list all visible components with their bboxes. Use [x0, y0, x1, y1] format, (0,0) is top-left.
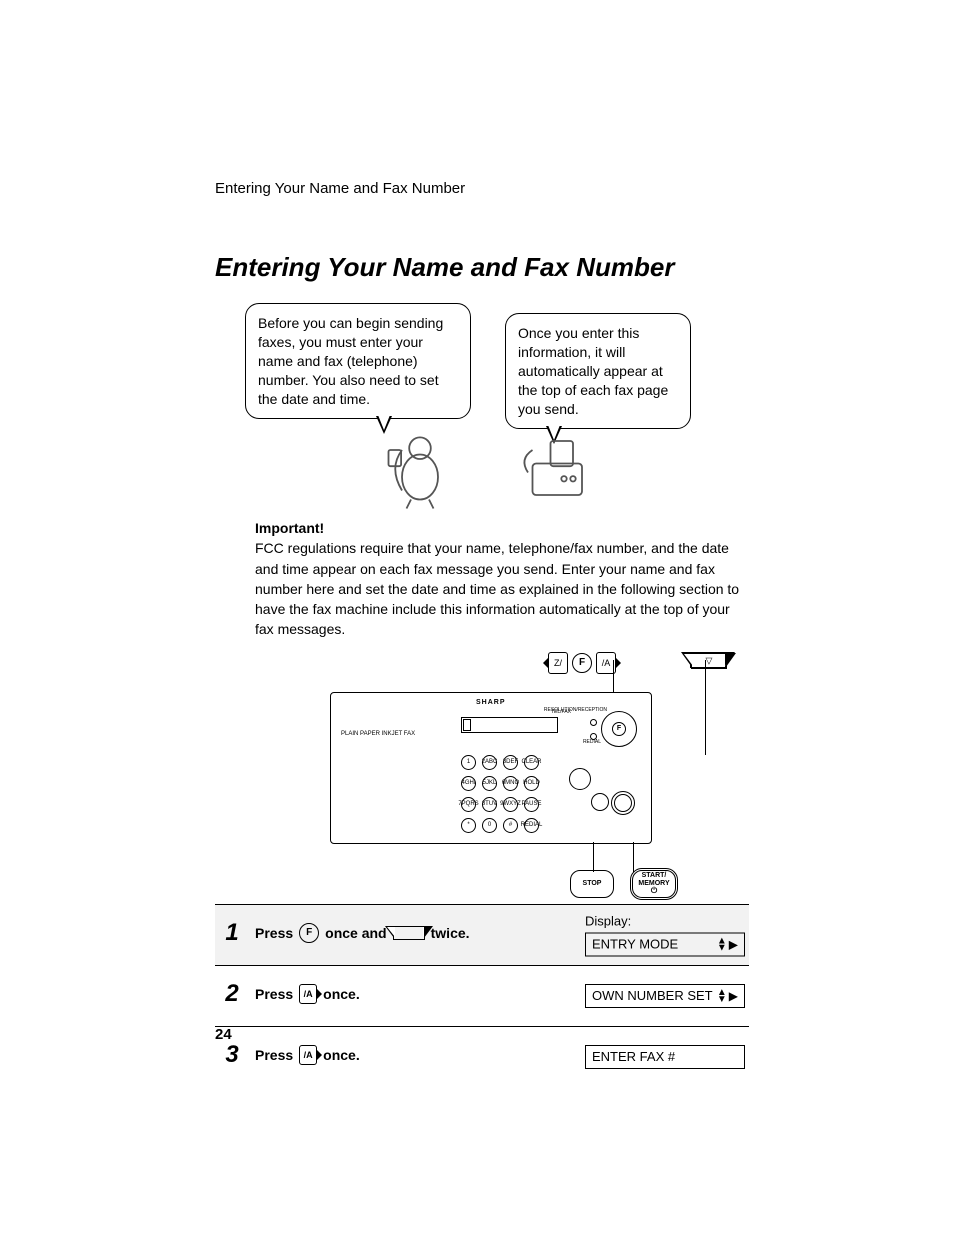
callout-line — [593, 842, 594, 872]
display-heading: Display: — [585, 913, 745, 928]
important-body: FCC regulations require that your name, … — [255, 538, 749, 639]
key: HOLD — [524, 776, 539, 791]
callout-line — [613, 660, 614, 695]
step-word: Press — [255, 986, 293, 1002]
start-label-1: START/ — [642, 872, 667, 879]
model-label: PLAIN PAPER INKJET FAX — [341, 731, 415, 737]
key: 7PQRS — [461, 797, 476, 812]
start-memory-button-callout: START/ MEMORY ⏻ — [632, 870, 676, 898]
indicator-dot-icon — [590, 719, 597, 726]
display-arrows-icon: ▲▼▶ — [717, 989, 738, 1003]
stop-button-icon — [591, 793, 609, 811]
callout-rocker-button: ▽ — [690, 652, 726, 668]
step-instruction: Press /A once. — [255, 984, 360, 1004]
step-word: twice. — [431, 925, 470, 941]
stop-button-callout: STOP — [570, 870, 614, 898]
right-arrow-button-icon: /A — [299, 1045, 317, 1065]
start-label-2: MEMORY — [638, 880, 669, 887]
nav-wheel-icon — [601, 711, 637, 747]
step-word: Press — [255, 1047, 293, 1063]
key: 9WXYZ — [503, 797, 518, 812]
key: 6MNO — [503, 776, 518, 791]
bubble-followup: Once you enter this information, it will… — [505, 313, 691, 429]
key: PAUSE — [524, 797, 539, 812]
stop-label: STOP — [583, 880, 602, 887]
callout-nav-buttons: Z/ F /A — [548, 652, 616, 674]
callout-line — [633, 842, 634, 872]
display-arrows-icon: ▲▼▶ — [717, 937, 738, 951]
left-arrow-button-icon: Z/ — [548, 652, 568, 674]
speech-bubbles-area: Before you can begin sending faxes, you … — [245, 303, 749, 518]
important-block: Important! FCC regulations require that … — [255, 518, 749, 640]
round-button-icon — [569, 768, 591, 790]
step-instruction: Press /A once. — [255, 1045, 360, 1065]
step-3: 3 Press /A once. ENTER FAX # — [215, 1027, 749, 1087]
display-column: ENTER FAX # — [585, 1045, 745, 1069]
display-text: ENTER FAX # — [592, 1049, 675, 1064]
brand-label: SHARP — [476, 699, 506, 706]
callout-line — [705, 660, 706, 755]
fax-control-panel: SHARP PLAIN PAPER INKJET FAX TEL/FAX RES… — [330, 692, 652, 844]
rocker-icon: ▽ — [691, 653, 727, 669]
arrow-label: /A — [304, 1050, 313, 1060]
key: 3DEF — [503, 755, 518, 770]
page-number: 24 — [215, 1026, 232, 1043]
step-word: Press — [255, 925, 293, 941]
display-box: ENTRY MODE ▲▼▶ — [585, 932, 745, 956]
steps-list: 1 Press F once and twice. Display: ENTRY… — [215, 904, 749, 1087]
function-button-icon: F — [299, 923, 319, 943]
bubble-intro-text: Before you can begin sending faxes, you … — [258, 315, 443, 407]
right-arrow-button-icon: /A — [299, 984, 317, 1004]
step-number: 1 — [219, 919, 245, 947]
key: 4GHI — [461, 776, 476, 791]
step-instruction: Press F once and twice. — [255, 923, 470, 943]
key: * — [461, 818, 476, 833]
lcd-display-icon — [461, 717, 558, 733]
display-text: OWN NUMBER SET — [592, 988, 713, 1003]
mascot-squirrel-icon — [375, 423, 465, 513]
key: # — [503, 818, 518, 833]
tiny-label: RESOLUTION/RECEPTION — [544, 707, 607, 713]
key: 0 — [482, 818, 497, 833]
left-arrow-label: Z/ — [554, 658, 562, 668]
display-column: OWN NUMBER SET ▲▼▶ — [585, 984, 745, 1008]
key: 8TUV — [482, 797, 497, 812]
key: 5JKL — [482, 776, 497, 791]
control-panel-diagram: Z/ F /A ▽ SHARP PLAIN PAPER INKJET FAX T… — [215, 652, 749, 892]
indicator-dot-icon — [590, 733, 597, 740]
step-1: 1 Press F once and twice. Display: ENTRY… — [215, 904, 749, 966]
function-button-icon: F — [572, 653, 592, 673]
key: 1 — [461, 755, 476, 770]
step-word: once. — [323, 986, 360, 1002]
arrow-label: /A — [304, 989, 313, 999]
right-arrow-label: /A — [602, 658, 611, 668]
step-2: 2 Press /A once. OWN NUMBER SET ▲▼▶ — [215, 966, 749, 1027]
display-column: Display: ENTRY MODE ▲▼▶ — [585, 913, 745, 956]
bubble-intro: Before you can begin sending faxes, you … — [245, 303, 471, 419]
step-word: once and — [325, 925, 386, 941]
bubble-followup-text: Once you enter this information, it will… — [518, 325, 668, 417]
mascot-fax-icon — [510, 423, 600, 513]
step-number: 2 — [219, 980, 245, 1008]
key: 2ABC — [482, 755, 497, 770]
display-box: ENTER FAX # — [585, 1045, 745, 1069]
bottom-callouts: STOP START/ MEMORY ⏻ — [570, 870, 676, 898]
running-head: Entering Your Name and Fax Number — [215, 180, 749, 197]
step-word: once. — [323, 1047, 360, 1063]
rocker-icon — [393, 926, 425, 940]
key: CLEAR — [524, 755, 539, 770]
numeric-keypad: 1 2ABC 3DEF CLEAR 4GHI 5JKL 6MNO HOLD 7P… — [461, 755, 542, 836]
start-button-icon — [611, 791, 635, 815]
page-title: Entering Your Name and Fax Number — [215, 252, 749, 283]
step-number: 3 — [219, 1041, 245, 1069]
display-text: ENTRY MODE — [592, 937, 678, 952]
manual-page: Entering Your Name and Fax Number Enteri… — [0, 0, 954, 1235]
important-heading: Important! — [255, 518, 749, 538]
key: REDIAL — [524, 818, 539, 833]
display-box: OWN NUMBER SET ▲▼▶ — [585, 984, 745, 1008]
